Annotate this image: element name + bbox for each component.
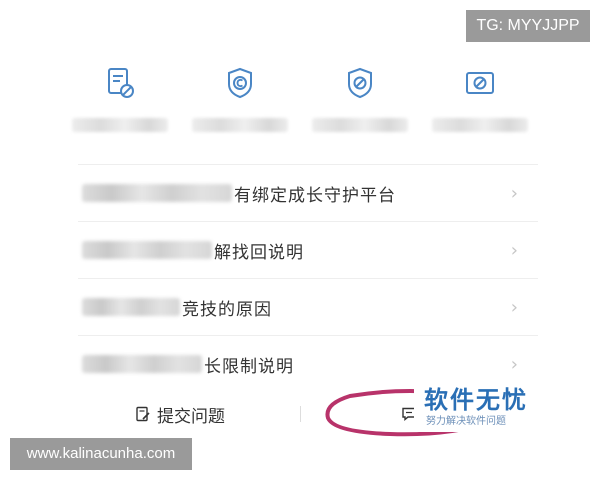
chevron-right-icon: › [510, 354, 518, 375]
submit-question-button[interactable]: 提交问题 [60, 402, 300, 427]
chevron-right-icon: › [510, 183, 518, 204]
chevron-right-icon: › [510, 240, 518, 261]
list-item[interactable]: 解找回说明 › [78, 222, 538, 279]
submit-question-label: 提交问题 [157, 406, 225, 427]
quick-action-1[interactable] [65, 66, 175, 176]
watermark-logo: 软件无忧 努力解决软件问题 [414, 376, 530, 432]
redacted-text [82, 298, 180, 316]
logo-subtitle: 努力解决软件问题 [426, 416, 506, 427]
redacted-text [82, 184, 232, 202]
shield-ban-icon [348, 67, 372, 99]
list-item[interactable]: 有绑定成长守护平台 › [78, 164, 538, 222]
redacted-text [82, 241, 212, 259]
quick-action-label-redacted [432, 118, 528, 132]
quick-action-label-redacted [72, 118, 168, 132]
quick-action-label-redacted [312, 118, 408, 132]
edit-document-icon [136, 406, 150, 422]
quick-action-label-redacted [192, 118, 288, 132]
url-watermark: www.kalinacunha.com [10, 438, 192, 470]
chevron-right-icon: › [510, 297, 518, 318]
list-item-label: 竞技的原因 [182, 299, 272, 320]
quick-action-row [60, 66, 540, 176]
list-item[interactable]: 竞技的原因 › [78, 279, 538, 336]
quick-action-4[interactable] [425, 66, 535, 176]
logo-title: 软件无忧 [424, 386, 528, 414]
coin-shield-icon [228, 67, 252, 99]
tg-watermark: TG: MYYJJPP [466, 10, 590, 42]
list-item-label: 长限制说明 [204, 356, 294, 377]
help-topic-list: 有绑定成长守护平台 › 解找回说明 › 竞技的原因 › 长限制说明 › [78, 164, 538, 392]
list-item-label: 有绑定成长守护平台 [234, 185, 396, 206]
redacted-text [82, 355, 202, 373]
quick-action-3[interactable] [305, 66, 415, 176]
list-item-label: 解找回说明 [214, 242, 304, 263]
id-card-ban-icon [466, 72, 494, 94]
quick-action-2[interactable] [185, 66, 295, 176]
document-cancel-icon [108, 68, 134, 98]
bottom-bar-divider [300, 406, 301, 422]
